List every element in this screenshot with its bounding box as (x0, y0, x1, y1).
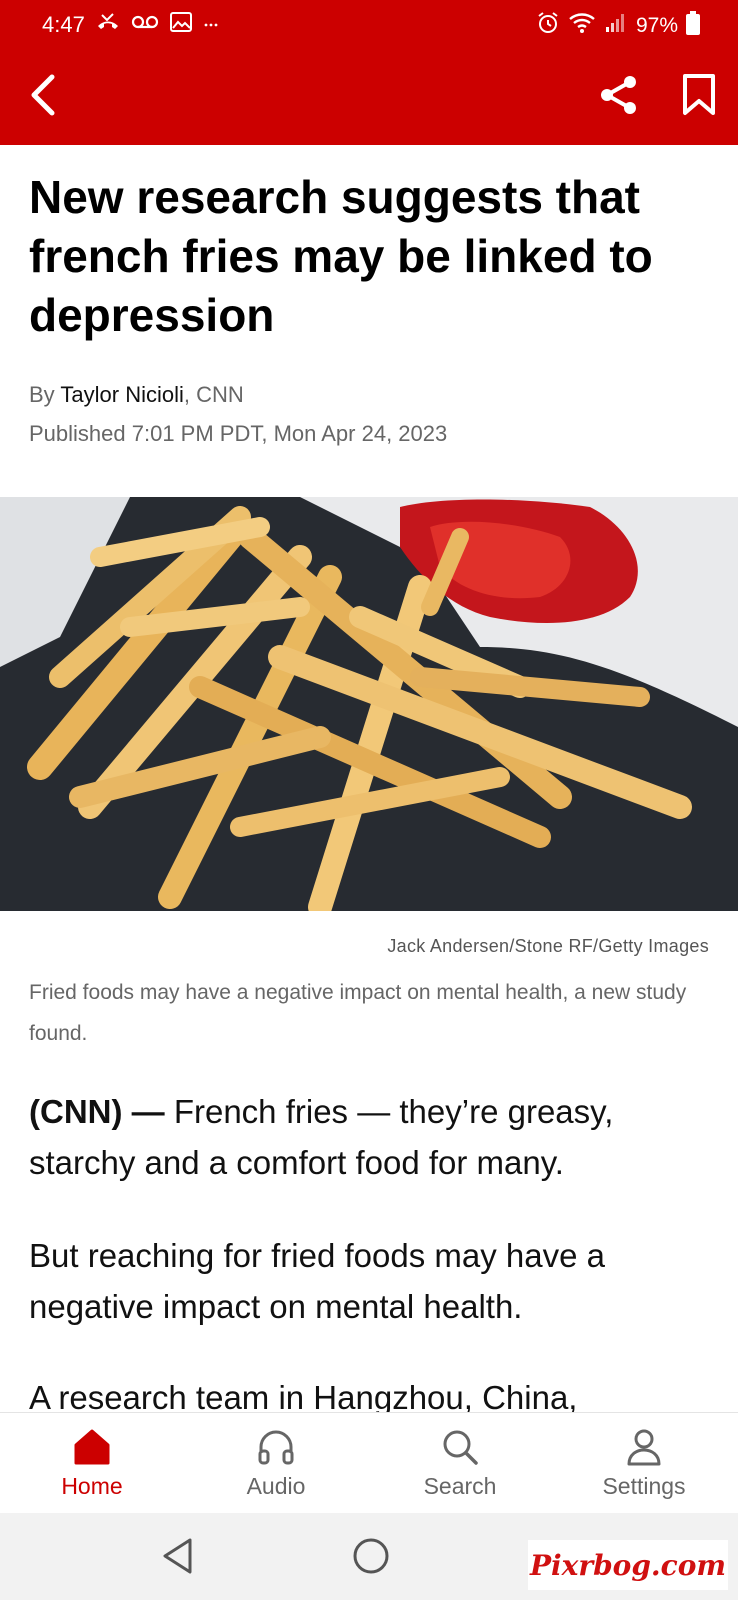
headphones-icon (254, 1425, 298, 1469)
nav-label: Audio (246, 1473, 306, 1499)
status-bar: 4:47 97% (0, 0, 738, 50)
signal-icon (604, 12, 628, 39)
share-button[interactable] (594, 72, 644, 122)
hero-image[interactable] (0, 497, 738, 911)
battery-icon (686, 11, 700, 40)
missed-call-icon (95, 11, 121, 38)
system-back-button[interactable] (152, 1533, 202, 1583)
byline-source: , CNN (183, 382, 244, 407)
byline-prefix: By (29, 382, 61, 407)
alarm-icon (536, 11, 560, 40)
bookmark-button[interactable] (674, 72, 724, 122)
more-notifications-icon (203, 16, 219, 34)
bookmark-icon (681, 73, 717, 122)
watermark-logo: Pixrbog.com (528, 1540, 728, 1590)
person-icon (622, 1425, 666, 1469)
status-time: 4:47 (42, 12, 85, 37)
wifi-icon (568, 11, 596, 40)
image-credit: Jack Andersen/Stone RF/Getty Images (387, 936, 709, 956)
dateline: (CNN) — (29, 1093, 165, 1130)
byline: By Taylor Nicioli, CNN (29, 382, 244, 408)
gallery-icon (169, 11, 193, 38)
nav-search[interactable]: Search (368, 1413, 552, 1514)
share-icon (597, 73, 641, 122)
app-header: 4:47 97% (0, 0, 738, 145)
publish-date: Published 7:01 PM PDT, Mon Apr 24, 2023 (29, 421, 448, 446)
circle-home-icon (352, 1537, 390, 1580)
chevron-left-icon (28, 73, 58, 122)
nav-label: Settings (602, 1473, 686, 1499)
system-home-button[interactable] (346, 1533, 396, 1583)
nav-home[interactable]: Home (0, 1413, 184, 1514)
article-paragraph: But reaching for fried foods may have a … (29, 1237, 605, 1325)
author-link[interactable]: Taylor Nicioli (60, 382, 183, 407)
battery-percent: 97% (635, 13, 678, 37)
article-headline: New research suggests that french fries … (29, 171, 653, 341)
voicemail-icon (131, 12, 159, 37)
nav-settings[interactable]: Settings (552, 1413, 736, 1514)
nav-audio[interactable]: Audio (184, 1413, 368, 1514)
triangle-back-icon (160, 1537, 194, 1580)
nav-label: Home (61, 1473, 123, 1499)
back-button[interactable] (18, 72, 68, 122)
bottom-navigation: Home Audio Search Settings (0, 1412, 738, 1513)
article-paragraph: (CNN) — French fries — they’re greasy, s… (29, 1086, 719, 1188)
home-icon (70, 1425, 114, 1469)
image-caption: Fried foods may have a negative impact o… (29, 981, 687, 1045)
search-icon (438, 1425, 482, 1469)
nav-label: Search (423, 1473, 497, 1499)
